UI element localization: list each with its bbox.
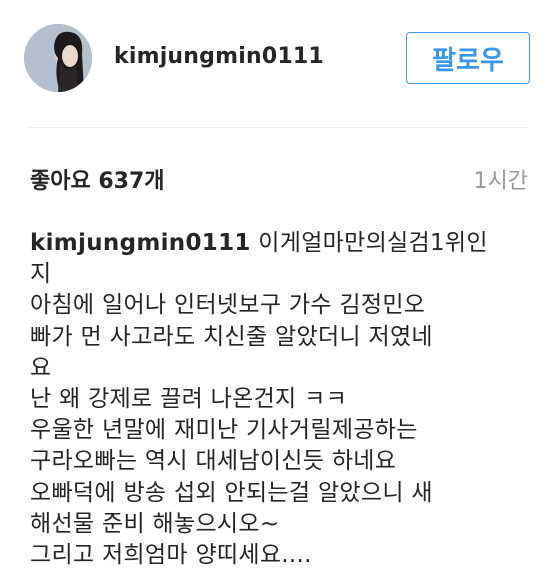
caption-line: 난 왜 강제로 끌려 나온건지 ㅋㅋ <box>30 386 348 413</box>
caption-line: 요 <box>30 354 52 381</box>
caption-username-link[interactable]: kimjungmin0111 <box>30 230 251 256</box>
follow-button[interactable]: 팔로우 <box>406 32 530 84</box>
caption-line: 우울한 년말에 재미난 기사거릴제공하는 <box>30 417 418 444</box>
profile-avatar[interactable] <box>24 24 92 92</box>
divider <box>28 127 528 128</box>
post-header: kimjungmin0111 팔로우 <box>0 0 548 128</box>
caption-line: 그리고 저희엄마 양띠세요.... <box>30 542 312 569</box>
timestamp: 1시간 <box>473 169 528 194</box>
caption-line: 아침에 일어나 인터넷보구 가수 김정민오 <box>30 292 426 319</box>
avatar-photo-icon <box>24 24 92 92</box>
caption-text: 이게얼마만의실검1위인 <box>250 230 488 256</box>
username-link[interactable]: kimjungmin0111 <box>114 44 324 69</box>
caption-line: 지 <box>30 261 52 288</box>
caption-line: 오빠덕에 방송 섭외 안되는걸 알았으니 새 <box>30 479 433 506</box>
caption-first-line: kimjungmin0111 이게얼마만의실검1위인 <box>30 228 530 259</box>
caption: kimjungmin0111 이게얼마만의실검1위인 지 아침에 일어나 인터넷… <box>30 228 530 571</box>
like-count[interactable]: 좋아요 637개 <box>30 163 165 195</box>
caption-line: 해선물 준비 해놓으시오~ <box>30 510 280 537</box>
caption-line: 빠가 먼 사고라도 치신줄 알았더니 저였네 <box>30 323 433 350</box>
caption-line: 구라오빠는 역시 대세남이신듯 하네요 <box>30 448 397 475</box>
